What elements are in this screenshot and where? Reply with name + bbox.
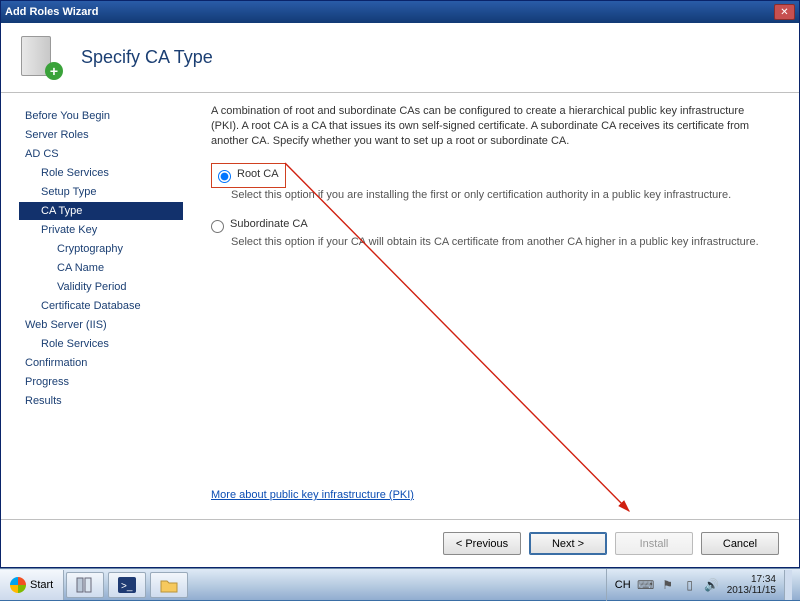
root-ca-label: Root CA [237, 168, 279, 180]
nav-validity-period[interactable]: Validity Period [19, 278, 183, 296]
subordinate-ca-label: Subordinate CA [230, 218, 308, 230]
start-button[interactable]: Start [0, 570, 64, 600]
root-ca-desc: Select this option if you are installing… [231, 188, 769, 203]
more-info-link[interactable]: More about public key infrastructure (PK… [211, 489, 414, 501]
nav-ca-type[interactable]: CA Type [19, 202, 183, 220]
nav-private-key[interactable]: Private Key [19, 221, 183, 239]
button-row: < Previous Next > Install Cancel [1, 519, 799, 567]
next-button[interactable]: Next > [529, 532, 607, 555]
subordinate-ca-desc: Select this option if your CA will obtai… [231, 235, 769, 250]
keyboard-icon[interactable]: ⌨ [639, 578, 653, 592]
cancel-button[interactable]: Cancel [701, 532, 779, 555]
taskbar-explorer-icon[interactable] [150, 572, 188, 598]
wizard-nav: Before You Begin Server Roles AD CS Role… [1, 94, 191, 519]
nav-results[interactable]: Results [19, 392, 183, 410]
start-label: Start [30, 579, 53, 591]
root-ca-radio[interactable] [218, 170, 231, 183]
clock-date: 2013/11/15 [727, 585, 776, 596]
nav-setup-type[interactable]: Setup Type [19, 183, 183, 201]
ca-type-group: Root CA Select this option if you are in… [211, 163, 769, 251]
taskbar: Start >_ CH ⌨ ⚑ ▯ 🔊 17:34 2013/11/15 [0, 568, 800, 600]
titlebar: Add Roles Wizard ✕ [1, 1, 799, 23]
taskbar-server-manager-icon[interactable] [66, 572, 104, 598]
clock-time: 17:34 [727, 574, 776, 585]
close-button[interactable]: ✕ [774, 4, 795, 20]
flag-icon[interactable]: ⚑ [661, 578, 675, 592]
nav-certificate-database[interactable]: Certificate Database [19, 297, 183, 315]
sound-icon[interactable]: 🔊 [705, 578, 719, 592]
nav-ca-name[interactable]: CA Name [19, 259, 183, 277]
root-ca-highlight: Root CA [211, 163, 286, 188]
previous-button[interactable]: < Previous [443, 532, 521, 555]
nav-before-you-begin[interactable]: Before You Begin [19, 107, 183, 125]
svg-text:>_: >_ [121, 581, 133, 592]
content-pane: A combination of root and subordinate CA… [191, 94, 799, 519]
clock[interactable]: 17:34 2013/11/15 [727, 574, 776, 596]
nav-server-roles[interactable]: Server Roles [19, 126, 183, 144]
page-title: Specify CA Type [81, 47, 213, 68]
nav-confirmation[interactable]: Confirmation [19, 354, 183, 372]
nav-cryptography[interactable]: Cryptography [19, 240, 183, 258]
install-button[interactable]: Install [615, 532, 693, 555]
system-tray: CH ⌨ ⚑ ▯ 🔊 17:34 2013/11/15 [606, 569, 800, 601]
network-icon[interactable]: ▯ [683, 578, 697, 592]
windows-orb-icon [10, 577, 26, 593]
nav-ad-cs[interactable]: AD CS [19, 145, 183, 163]
wizard-window: Add Roles Wizard ✕ + Specify CA Type Bef… [0, 0, 800, 568]
subordinate-ca-radio[interactable] [211, 220, 224, 233]
ime-indicator[interactable]: CH [615, 579, 631, 591]
wizard-header: + Specify CA Type [1, 23, 799, 93]
window-title: Add Roles Wizard [5, 6, 774, 18]
show-desktop-button[interactable] [784, 570, 792, 600]
nav-progress[interactable]: Progress [19, 373, 183, 391]
nav-role-services-iis[interactable]: Role Services [19, 335, 183, 353]
taskbar-powershell-icon[interactable]: >_ [108, 572, 146, 598]
server-icon: + [19, 36, 63, 80]
nav-role-services[interactable]: Role Services [19, 164, 183, 182]
description-text: A combination of root and subordinate CA… [211, 104, 769, 149]
nav-web-server-iis[interactable]: Web Server (IIS) [19, 316, 183, 334]
